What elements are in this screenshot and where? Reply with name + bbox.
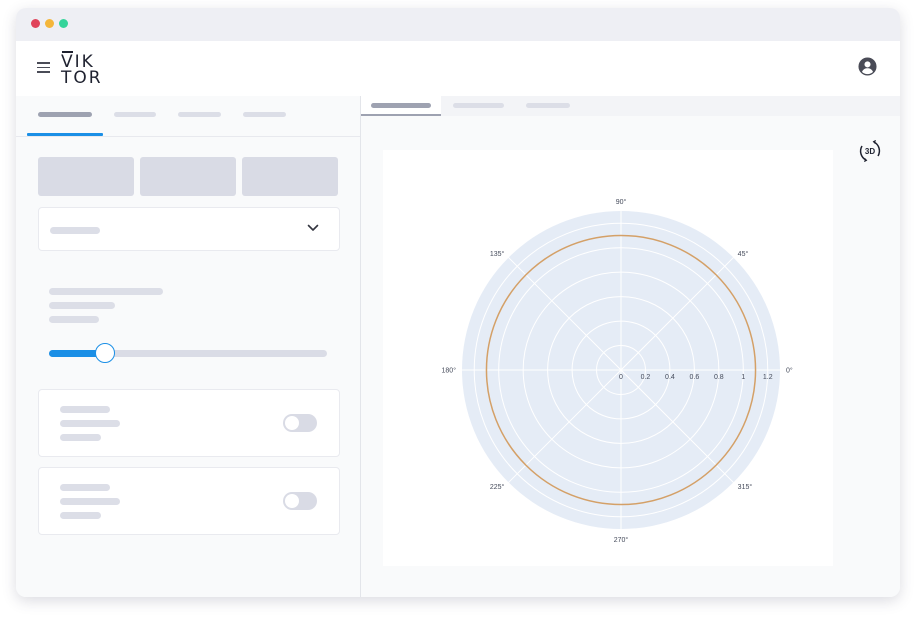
radial-tick-label: 0.6 [690, 374, 700, 381]
hamburger-menu-icon[interactable] [37, 62, 50, 73]
text-line-placeholder [49, 316, 99, 323]
close-window-dot[interactable] [31, 19, 40, 28]
slider-thumb[interactable] [94, 343, 115, 363]
user-circle-icon[interactable] [858, 57, 877, 76]
radial-tick-label: 0.8 [714, 374, 724, 381]
maximize-window-dot[interactable] [59, 19, 68, 28]
text-line-placeholder [49, 288, 163, 295]
parameter-tab-4[interactable] [243, 112, 286, 117]
view-tabs [361, 96, 900, 116]
toggle-switch-2[interactable] [283, 492, 317, 510]
chevron-down-icon[interactable] [307, 224, 319, 232]
3d-view-icon[interactable]: 3D [857, 138, 883, 164]
toggle-switch-1[interactable] [283, 414, 317, 432]
polar-plot-container: 0 0.2 0.4 0.6 0.8 1 1.2 0° 45° 90° 135° 180° 225° 270… [383, 150, 833, 566]
minimize-window-dot[interactable] [45, 19, 54, 28]
toggle-label-placeholder [60, 420, 120, 427]
angular-tick-label: 270° [614, 536, 629, 544]
view-panel: 3D 0 0.2 0.4 0.6 0.8 1 1.2 0° 45° 90° 135° 180° 225°… [361, 96, 900, 597]
logo-line-2: TOR [61, 68, 103, 88]
angular-tick-label: 180° [442, 367, 457, 375]
radial-tick-label: 0 [619, 374, 623, 381]
active-tab-indicator [27, 133, 103, 136]
toggle-label-placeholder [60, 498, 120, 505]
title-bar [16, 8, 900, 41]
radial-tick-label: 0.2 [641, 374, 651, 381]
angular-tick-label: 135° [490, 250, 505, 258]
action-button-2[interactable] [140, 157, 236, 196]
view-tab-3[interactable] [526, 103, 570, 108]
parameter-tab-1[interactable] [38, 112, 92, 117]
toggle-label-placeholder [60, 512, 101, 519]
parameter-tabs [16, 96, 360, 137]
parameter-tab-2[interactable] [114, 112, 156, 117]
radial-tick-label: 1 [741, 374, 745, 381]
dropdown-value-placeholder [50, 227, 100, 234]
angular-tick-label: 315° [738, 483, 753, 491]
toggle-label-placeholder [60, 484, 110, 491]
app-header: VIK TOR [16, 41, 900, 97]
toggle-card-1 [38, 389, 340, 457]
toggle-label-placeholder [60, 434, 101, 441]
dropdown-select[interactable] [38, 207, 340, 251]
polar-chart[interactable]: 0 0.2 0.4 0.6 0.8 1 1.2 0° 45° 90° 135° 180° 225° 270… [383, 150, 833, 566]
toggle-card-2 [38, 467, 340, 535]
app-window: VIK TOR 3D 0 0.2 0.4 0.6 0.8 1 1.2 0° 45… [16, 8, 900, 597]
action-button-1[interactable] [38, 157, 134, 196]
angular-tick-label: 0° [786, 367, 793, 375]
radial-tick-label: 0.4 [665, 374, 675, 381]
view-tab-2[interactable] [453, 103, 504, 108]
3d-view-label: 3D [865, 147, 875, 156]
angular-tick-label: 225° [490, 483, 505, 491]
radial-tick-label: 1.2 [763, 374, 773, 381]
toggle-label-placeholder [60, 406, 110, 413]
angular-tick-label: 90° [616, 198, 627, 206]
view-tab-1-label [371, 103, 431, 108]
parameter-panel [16, 96, 361, 597]
angular-tick-label: 45° [738, 250, 749, 258]
parameter-tab-3[interactable] [178, 112, 221, 117]
text-line-placeholder [49, 302, 115, 309]
action-button-3[interactable] [242, 157, 338, 196]
